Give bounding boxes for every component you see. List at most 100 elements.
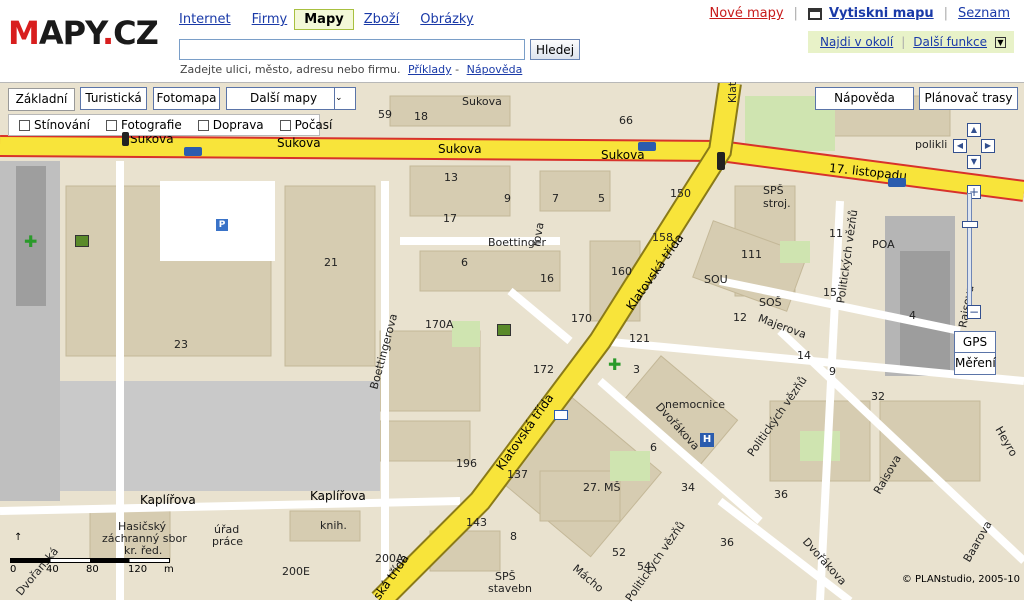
house-number: 9 xyxy=(829,365,836,378)
house-number: 200E xyxy=(282,565,310,578)
seznam-link[interactable]: Seznam xyxy=(958,6,1010,21)
search-input[interactable] xyxy=(179,39,525,60)
pan-left-icon[interactable]: ◀ xyxy=(953,139,967,153)
hospital-icon[interactable]: H xyxy=(700,433,714,447)
nav-mapy[interactable]: Mapy xyxy=(294,9,354,30)
place-label: nemocnice xyxy=(665,398,726,411)
post-office-icon[interactable] xyxy=(554,410,568,420)
mapy-logo[interactable]: MAPY.CZ xyxy=(8,14,159,52)
house-number: 150 xyxy=(670,187,691,200)
place-label: SOU xyxy=(704,273,728,286)
expand-icon[interactable]: ▼ xyxy=(995,36,1006,48)
tab-tourist-map[interactable]: Turistická xyxy=(80,87,147,110)
search-hint: Zadejte ulici, město, adresu nebo firmu.… xyxy=(180,63,523,76)
top-right-links: Nové mapy | Vytiskni mapu | Seznam xyxy=(709,6,1010,21)
street-label: Klat xyxy=(726,81,740,104)
layer-traffic-checkbox[interactable]: Doprava xyxy=(197,118,264,132)
pan-right-icon[interactable]: ▶ xyxy=(981,139,995,153)
north-arrow-icon: ↑ xyxy=(14,532,23,543)
more-maps-dropdown[interactable]: Další mapy ⌄ xyxy=(226,87,356,110)
pan-up-icon[interactable]: ▲ xyxy=(967,123,981,137)
checkbox-icon[interactable] xyxy=(197,119,209,131)
layer-panel: Stínování Fotografie Doprava Počasí xyxy=(8,114,332,136)
place-label: kr. řed. xyxy=(124,544,163,557)
house-number: 111 xyxy=(741,248,762,261)
house-number: 14 xyxy=(797,349,811,362)
house-number: 5 xyxy=(598,192,605,205)
street-label: Sukova xyxy=(462,95,502,108)
examples-link[interactable]: Příklady xyxy=(408,63,452,76)
house-number: 160 xyxy=(611,265,632,278)
top-nav: Internet Firmy Mapy Zboží Obrázky xyxy=(179,9,495,30)
chevron-down-icon[interactable]: ⌄ xyxy=(334,88,355,109)
house-number: 196 xyxy=(456,457,477,470)
shop-icon[interactable] xyxy=(75,235,89,247)
house-number: 9 xyxy=(504,192,511,205)
house-number: 12 xyxy=(733,311,747,324)
find-nearby-link[interactable]: Najdi v okolí xyxy=(820,35,893,49)
street-label: Sukova xyxy=(438,142,482,156)
house-number: 32 xyxy=(871,390,885,403)
house-number: 7 xyxy=(552,192,559,205)
nav-obrazky[interactable]: Obrázky xyxy=(420,12,473,27)
place-label: POA xyxy=(872,238,895,251)
tab-basic-map[interactable]: Základní xyxy=(8,88,75,111)
route-planner-button[interactable]: Plánovač trasy xyxy=(919,87,1018,110)
zoom-out-icon[interactable]: − xyxy=(967,305,981,319)
help-link[interactable]: Nápověda xyxy=(467,63,523,76)
parking-icon[interactable]: P xyxy=(216,219,228,231)
place-label: SPŠ xyxy=(763,184,784,197)
bus-stop-icon[interactable] xyxy=(184,147,202,156)
street-label: Kaplířova xyxy=(140,493,196,507)
pharmacy-icon[interactable]: ✚ xyxy=(608,355,621,374)
place-label: 27. MŠ xyxy=(583,481,621,494)
shop-icon[interactable] xyxy=(497,324,511,336)
house-number: 23 xyxy=(174,338,188,351)
traffic-light-icon xyxy=(122,132,129,146)
house-number: 66 xyxy=(619,114,633,127)
nav-firmy[interactable]: Firmy xyxy=(252,12,288,27)
bus-stop-icon[interactable] xyxy=(888,178,906,187)
search-button[interactable]: Hledej xyxy=(530,39,580,60)
print-map-link[interactable]: Vytiskni mapu xyxy=(829,6,934,21)
nav-internet[interactable]: Internet xyxy=(179,12,231,27)
scale-bar xyxy=(10,558,170,563)
place-label: stroj. xyxy=(763,197,791,210)
house-number: 8 xyxy=(510,530,517,543)
house-number: 137 xyxy=(507,468,528,481)
printer-icon[interactable] xyxy=(807,7,822,20)
checkbox-icon[interactable] xyxy=(279,119,291,131)
zoom-slider-track[interactable] xyxy=(967,193,972,309)
place-label: knih. xyxy=(320,519,347,532)
checkbox-icon[interactable] xyxy=(106,119,117,131)
house-number: 3 xyxy=(633,363,640,376)
pan-down-icon[interactable]: ▼ xyxy=(967,155,981,169)
house-number: 13 xyxy=(444,171,458,184)
map-navigation: ▲ ◀ ▶ ▼ + − xyxy=(951,121,999,331)
place-label: polikli xyxy=(915,138,948,151)
layer-shading-checkbox[interactable]: Stínování xyxy=(19,118,90,132)
layer-weather-checkbox[interactable]: Počasí xyxy=(279,118,332,132)
house-number: 143 xyxy=(466,516,487,529)
house-number: 11 xyxy=(829,227,843,240)
measure-button[interactable]: Měření xyxy=(954,352,996,375)
help-button[interactable]: Nápověda xyxy=(815,87,914,110)
house-number: 34 xyxy=(681,481,695,494)
house-number: 6 xyxy=(650,441,657,454)
tab-photo-map[interactable]: Fotomapa xyxy=(153,87,220,110)
more-functions-link[interactable]: Další funkce xyxy=(913,35,987,49)
gps-button[interactable]: GPS xyxy=(954,331,996,354)
house-number: 17 xyxy=(443,212,457,225)
pharmacy-icon[interactable]: ✚ xyxy=(24,232,37,251)
bus-stop-icon[interactable] xyxy=(638,142,656,151)
checkbox-icon[interactable] xyxy=(19,119,30,131)
layer-photo-checkbox[interactable]: Fotografie xyxy=(106,118,182,132)
street-label: Kaplířova xyxy=(310,489,366,503)
house-number: 54 xyxy=(637,560,651,573)
house-number: 172 xyxy=(533,363,554,376)
place-label: práce xyxy=(212,535,244,548)
zoom-slider-handle[interactable] xyxy=(962,221,978,228)
new-maps-link[interactable]: Nové mapy xyxy=(709,6,783,21)
house-number: 4 xyxy=(909,309,916,322)
nav-zbozi[interactable]: Zboží xyxy=(364,12,400,27)
